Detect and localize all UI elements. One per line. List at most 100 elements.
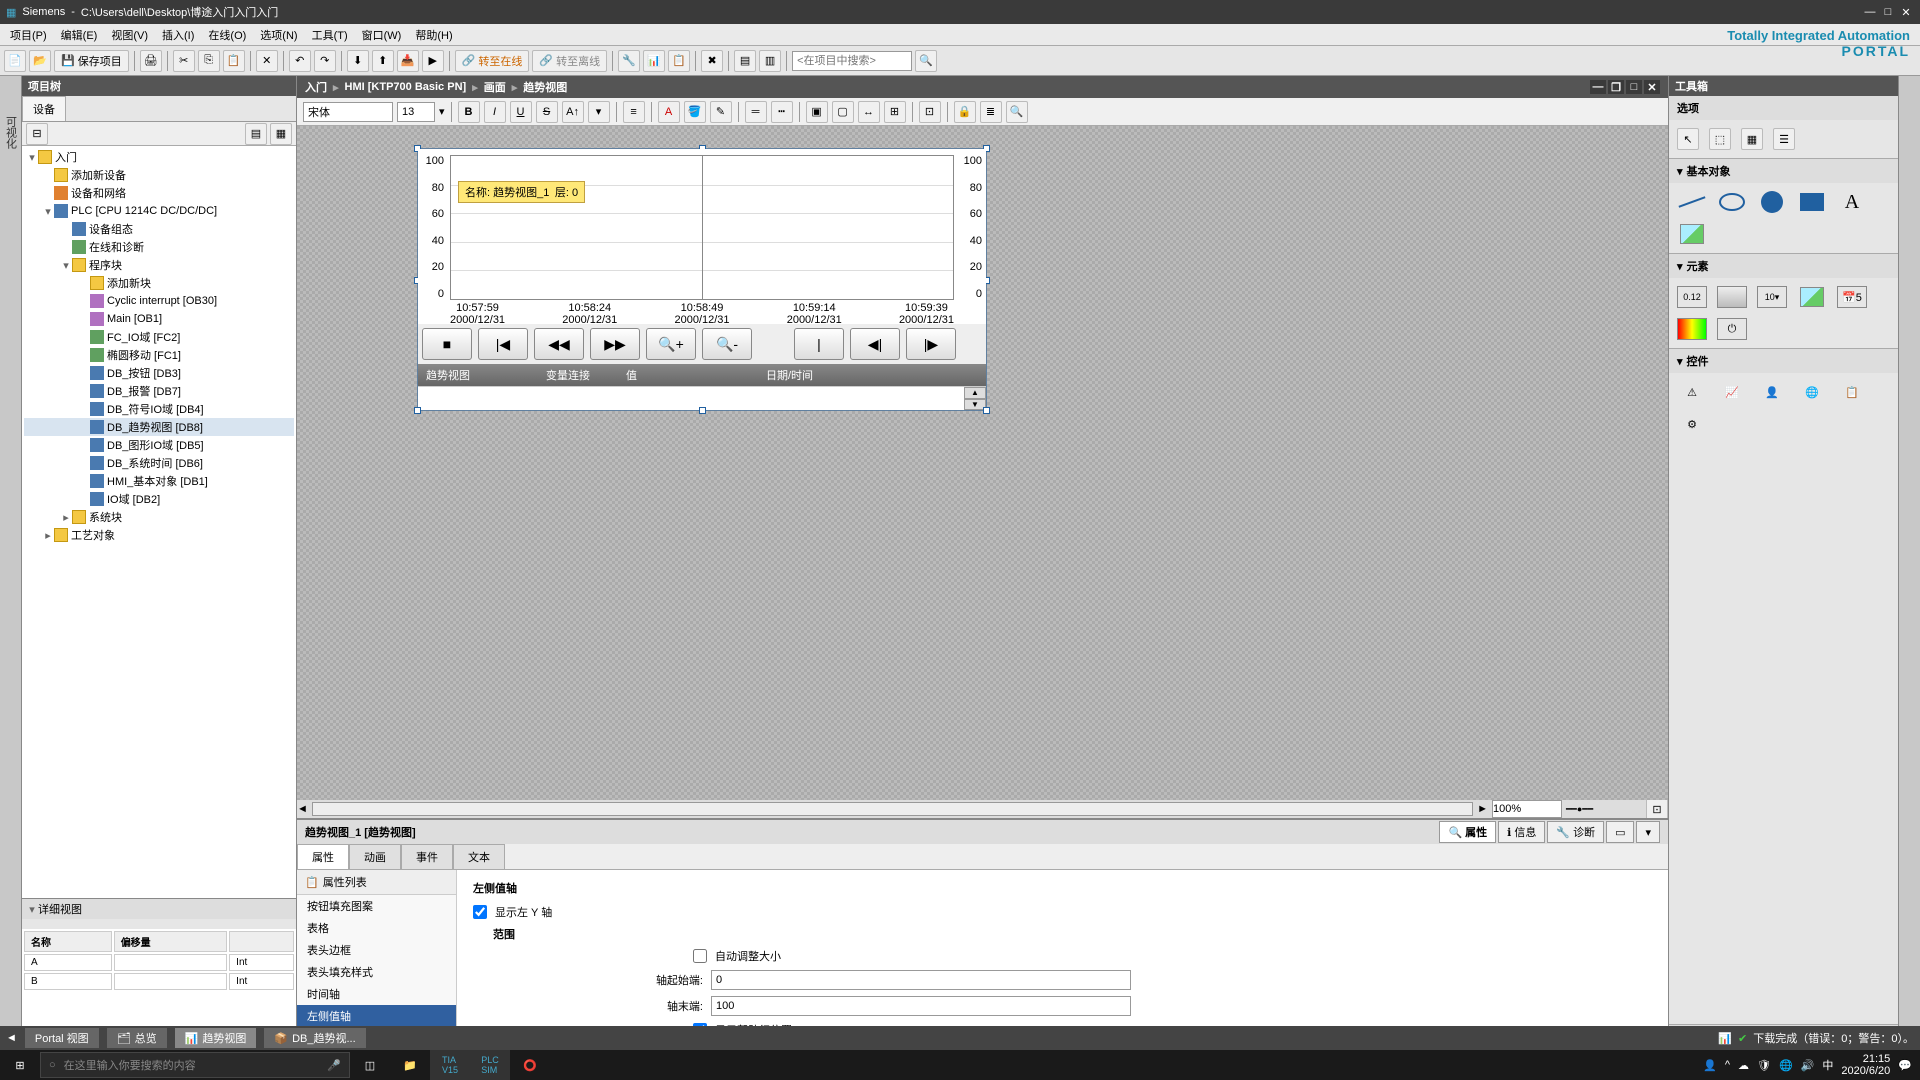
ruler-fwd-button[interactable]: |▶ — [906, 328, 956, 360]
panel-collapse[interactable]: ▭ — [1606, 821, 1634, 843]
linecolor-button[interactable]: ✎ — [710, 101, 732, 123]
compile-button[interactable]: ⬇ — [347, 50, 369, 72]
ruler-back-button[interactable]: ◀| — [850, 328, 900, 360]
select-tool[interactable]: ⬚ — [1709, 128, 1731, 150]
minimize-button[interactable]: — — [1862, 5, 1878, 19]
db-tab[interactable]: 📦DB_趋势视... — [264, 1028, 365, 1048]
search-go-button[interactable]: 🔍 — [915, 50, 937, 72]
rewind-button[interactable]: ◀◀ — [534, 328, 584, 360]
font-select[interactable] — [303, 102, 393, 122]
save-button[interactable]: 💾保存项目 — [54, 50, 129, 72]
line-tool[interactable] — [1677, 191, 1707, 213]
plcsim-icon[interactable]: PLCSIM — [470, 1050, 510, 1080]
tree-node[interactable]: DB_图形IO域 [DB5] — [24, 436, 294, 454]
tree-node[interactable]: ▾PLC [CPU 1214C DC/DC/DC] — [24, 202, 294, 220]
tree-node[interactable]: Cyclic interrupt [OB30] — [24, 292, 294, 310]
italic-button[interactable]: I — [484, 101, 506, 123]
tree-collapse-button[interactable]: ⊟ — [26, 123, 48, 145]
subtab-text[interactable]: 文本 — [453, 844, 505, 869]
button-tool[interactable] — [1717, 286, 1747, 308]
tree-node[interactable]: DB_趋势视图 [DB8] — [24, 418, 294, 436]
tree-node[interactable]: 添加新块 — [24, 274, 294, 292]
align-button[interactable]: ≡ — [623, 101, 645, 123]
sub-button[interactable]: ▾ — [588, 101, 610, 123]
fit-button[interactable]: ⊡ — [1646, 798, 1668, 820]
tree-node[interactable]: 椭圆移动 [FC1] — [24, 346, 294, 364]
menu-options[interactable]: 选项(N) — [254, 25, 303, 45]
show-left-y-checkbox[interactable] — [473, 905, 487, 919]
tree-node[interactable]: ▸系统块 — [24, 508, 294, 526]
graphio-tool[interactable] — [1797, 286, 1827, 308]
safe-icon[interactable]: 🛡 — [1757, 1059, 1771, 1072]
obs-icon[interactable]: ⭕ — [510, 1050, 550, 1080]
tree-node[interactable]: 添加新设备 — [24, 166, 294, 184]
delete-button[interactable]: ✕ — [256, 50, 278, 72]
zoom-button[interactable]: 🔍 — [1006, 101, 1028, 123]
alarm-tool[interactable]: ⚠ — [1677, 381, 1707, 403]
close-button[interactable]: ✕ — [1898, 5, 1914, 19]
tree-node[interactable]: DB_报警 [DB7] — [24, 382, 294, 400]
html-tool[interactable]: 🌐 — [1797, 381, 1827, 403]
paste-button[interactable]: 📋 — [223, 50, 245, 72]
windows-search[interactable]: ○ 在这里输入你要搜索的内容 🎤 — [40, 1052, 350, 1078]
sup-button[interactable]: A↑ — [562, 101, 584, 123]
proplist-item[interactable]: 表头边框 — [297, 939, 456, 961]
taskview-button[interactable]: ◫ — [350, 1050, 390, 1080]
bar-tool[interactable] — [1677, 318, 1707, 340]
front-button[interactable]: ▣ — [806, 101, 828, 123]
tree-node[interactable]: 设备组态 — [24, 220, 294, 238]
stop-button[interactable]: ■ — [422, 328, 472, 360]
open-button[interactable]: 📂 — [29, 50, 51, 72]
recipe-tool[interactable]: 📋 — [1837, 381, 1867, 403]
tia-icon[interactable]: TIAV15 — [430, 1050, 470, 1080]
proplist-item[interactable]: 时间轴 — [297, 983, 456, 1005]
project-search-input[interactable] — [792, 51, 912, 71]
group-button[interactable]: ⊡ — [919, 101, 941, 123]
tree-node[interactable]: ▸工艺对象 — [24, 526, 294, 544]
controls-header[interactable]: ▾控件 — [1669, 349, 1898, 373]
fillcolor-button[interactable]: 🪣 — [684, 101, 706, 123]
tree-view2-button[interactable]: ▦ — [270, 123, 292, 145]
network-icon[interactable]: 🌐 — [1779, 1059, 1793, 1072]
tree-node[interactable]: DB_符号IO域 [DB4] — [24, 400, 294, 418]
circle-tool[interactable] — [1757, 191, 1787, 213]
trend-tool[interactable]: 📈 — [1717, 381, 1747, 403]
menu-online[interactable]: 在线(O) — [202, 25, 252, 45]
tool3-button[interactable]: 📋 — [668, 50, 690, 72]
property-category-list[interactable]: 📋属性列表 按钮填充图案表格表头边框表头填充样式时间轴左侧值轴右侧值轴样式/设计… — [297, 870, 457, 1050]
tree-node[interactable]: Main [OB1] — [24, 310, 294, 328]
basic-objects-header[interactable]: ▾基本对象 — [1669, 159, 1898, 183]
undo-button[interactable]: ↶ — [289, 50, 311, 72]
tool1-button[interactable]: 🔧 — [618, 50, 640, 72]
options-header[interactable]: 选项 — [1669, 96, 1898, 120]
notification-icon[interactable]: 💬 — [1898, 1059, 1912, 1072]
overview-tab[interactable]: 🗂总览 — [107, 1028, 167, 1048]
grid-tool[interactable]: ▦ — [1741, 128, 1763, 150]
axis-end-input[interactable] — [711, 996, 1131, 1016]
menu-view[interactable]: 视图(V) — [105, 25, 154, 45]
ruler-line[interactable] — [702, 156, 703, 299]
people-icon[interactable]: 👤 — [1703, 1059, 1717, 1072]
trend-screen-tab[interactable]: 📊趋势视图 — [175, 1028, 257, 1048]
download-button[interactable]: ⬆ — [372, 50, 394, 72]
tool4-button[interactable]: ✖ — [701, 50, 723, 72]
tab-properties[interactable]: 🔍属性 — [1439, 821, 1496, 843]
tray-up-icon[interactable]: ^ — [1725, 1059, 1730, 1071]
split-v-button[interactable]: ▥ — [759, 50, 781, 72]
cut-button[interactable]: ✂ — [173, 50, 195, 72]
trend-view-widget[interactable]: 1008060 40200 1008060 40200 — [417, 148, 987, 411]
menu-project[interactable]: 项目(P) — [4, 25, 53, 45]
project-tree[interactable]: ▾入门 添加新设备设备和网络▾PLC [CPU 1214C DC/DC/DC]设… — [22, 146, 296, 898]
tree-node[interactable]: ▾程序块 — [24, 256, 294, 274]
bold-button[interactable]: B — [458, 101, 480, 123]
tab-devices[interactable]: 设备 — [22, 96, 66, 121]
list-tool[interactable]: ☰ — [1773, 128, 1795, 150]
menu-help[interactable]: 帮助(H) — [409, 25, 458, 45]
image-tool[interactable] — [1677, 223, 1707, 245]
fontcolor-button[interactable]: A — [658, 101, 680, 123]
underline-button[interactable]: U — [510, 101, 532, 123]
volume-icon[interactable]: 🔊 — [1801, 1059, 1815, 1072]
explorer-icon[interactable]: 📁 — [390, 1050, 430, 1080]
proplist-item[interactable]: 表头填充样式 — [297, 961, 456, 983]
linewidth-button[interactable]: ═ — [745, 101, 767, 123]
